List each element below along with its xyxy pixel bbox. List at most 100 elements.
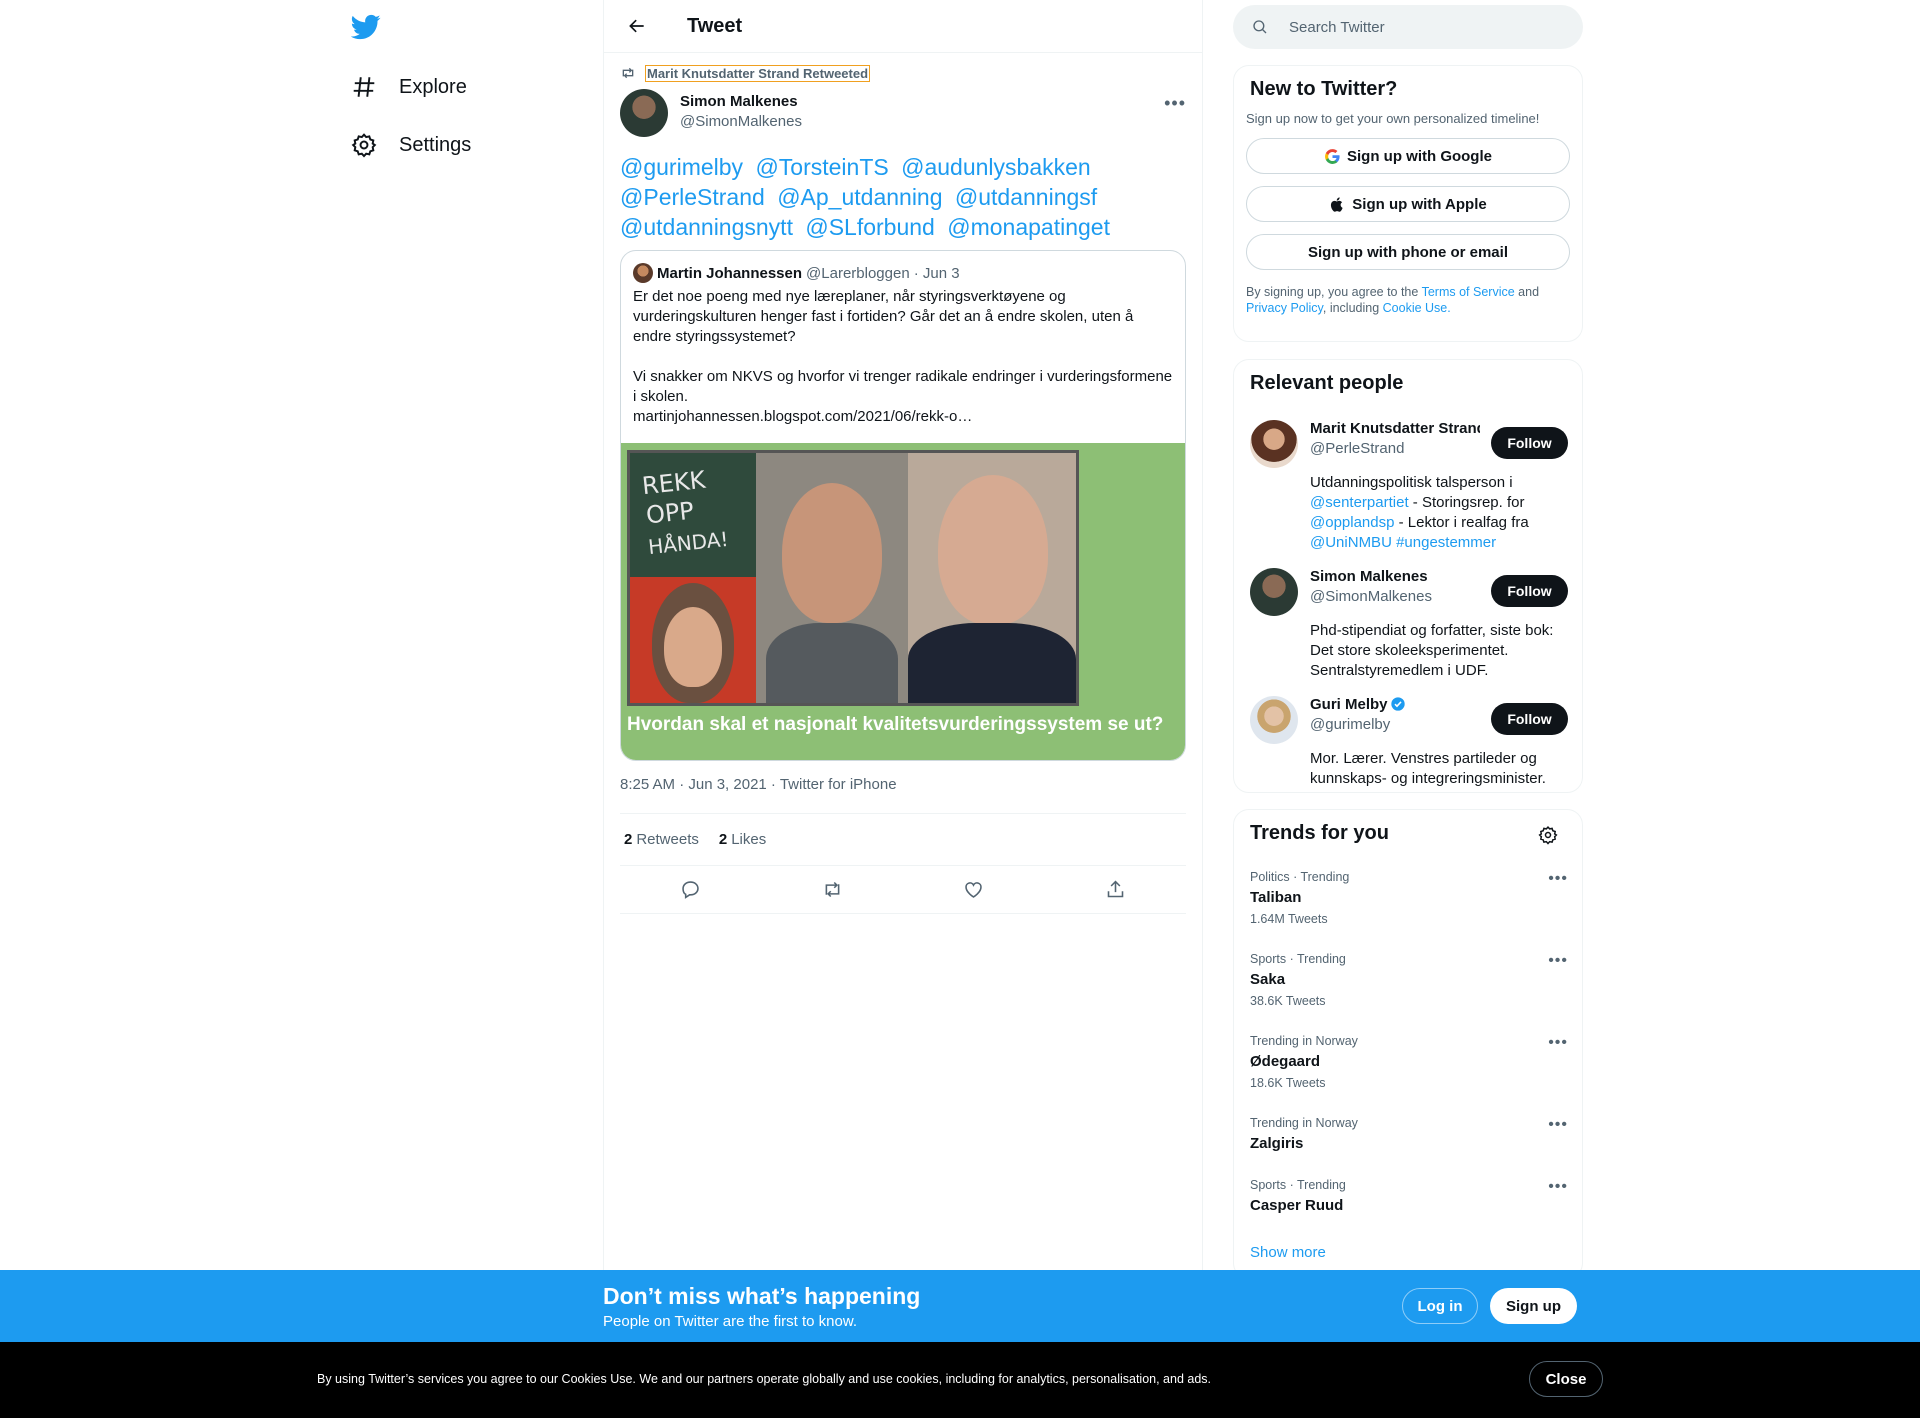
trend-item[interactable]: Trending in Norway Zalgiris ••• — [1250, 1116, 1568, 1152]
trend-more-icon[interactable]: ••• — [1548, 870, 1568, 888]
chalkboard-text-3: HÅNDA! — [646, 526, 730, 560]
twitter-logo-icon[interactable] — [350, 12, 385, 42]
nav-settings-label: Settings — [399, 133, 472, 156]
mention-link[interactable]: @utdanningsf — [955, 184, 1097, 210]
mention-link[interactable]: @PerleStrand — [620, 184, 765, 210]
trend-meta: Sports · Trending — [1250, 952, 1346, 966]
trend-meta: Sports · Trending — [1250, 1178, 1346, 1192]
trend-more-icon[interactable]: ••• — [1548, 1116, 1568, 1134]
author-handle[interactable]: @SimonMalkenes — [680, 113, 802, 130]
arrow-left-icon — [629, 19, 644, 33]
photo-panel-right — [908, 453, 1076, 703]
terms-text: , including — [1322, 301, 1383, 315]
tweet-source[interactable]: Twitter for iPhone — [780, 776, 897, 793]
privacy-policy-link[interactable]: Privacy Policy — [1246, 301, 1323, 315]
image-caption: Hvordan skal et nasjonalt kvalitetsvurde… — [627, 714, 1164, 735]
likes-stat[interactable]: 2 Likes — [719, 831, 766, 848]
author-avatar[interactable] — [620, 89, 668, 137]
person-name[interactable]: Marit Knutsdatter Strand — [1310, 420, 1480, 437]
quote-header: Martin Johannessen @Larerbloggen · Jun 3 — [621, 251, 1185, 283]
new-to-twitter-title: New to Twitter? — [1250, 78, 1398, 100]
hashtag-icon — [353, 77, 375, 97]
trend-item[interactable]: Politics · Trending Taliban 1.64M Tweets… — [1250, 870, 1568, 926]
like-button[interactable] — [956, 872, 992, 908]
bio-link[interactable]: @opplandsp — [1310, 514, 1394, 531]
trend-item[interactable]: Sports · Trending Casper Ruud ••• — [1250, 1178, 1568, 1214]
page-title: Tweet — [687, 14, 743, 37]
trend-meta: Trending in Norway — [1250, 1116, 1358, 1130]
search-input[interactable] — [1289, 18, 1539, 36]
trends-title: Trends for you — [1250, 822, 1389, 844]
person-handle[interactable]: @PerleStrand — [1310, 440, 1480, 457]
mention-link[interactable]: @audunlysbakken — [901, 154, 1091, 180]
terms-text: and — [1514, 285, 1540, 299]
mention-link[interactable]: @monapatinget — [947, 214, 1110, 240]
tweet-time[interactable]: 8:25 AM · Jun 3, 2021 · — [620, 776, 780, 793]
mention-link[interactable]: @SLforbund — [805, 214, 935, 240]
relevant-people-card: Relevant people Marit Knutsdatter Strand… — [1233, 359, 1583, 793]
person-bio: Utdanningspolitisk talsperson i @senterp… — [1310, 473, 1568, 553]
signup-google-button[interactable]: Sign up with Google — [1246, 138, 1570, 174]
bio-link[interactable]: @UniNMBU — [1310, 534, 1392, 551]
trend-meta: Trending in Norway — [1250, 1034, 1358, 1048]
person-handle[interactable]: @gurimelby — [1310, 716, 1480, 733]
person-name[interactable]: Simon Malkenes — [1310, 568, 1480, 585]
terms-of-service-link[interactable]: Terms of Service — [1422, 285, 1515, 299]
quoted-tweet[interactable]: Martin Johannessen @Larerbloggen · Jun 3… — [620, 250, 1186, 761]
reply-icon — [682, 881, 699, 899]
bio-text: - Lektor i realfag fra — [1394, 514, 1529, 531]
person-avatar[interactable] — [1250, 696, 1298, 744]
person-avatar[interactable] — [1250, 420, 1298, 468]
trend-item[interactable]: Sports · Trending Saka 38.6K Tweets ••• — [1250, 952, 1568, 1008]
person-avatar[interactable] — [1250, 568, 1298, 616]
more-options-icon[interactable]: ••• — [1164, 93, 1186, 114]
signup-phone-button[interactable]: Sign up with phone or email — [1246, 234, 1570, 270]
follow-button[interactable]: Follow — [1491, 703, 1568, 735]
share-icon — [1107, 880, 1124, 898]
back-button[interactable] — [620, 9, 654, 43]
trend-more-icon[interactable]: ••• — [1548, 952, 1568, 970]
person-bio: Phd-stipendiat og forfatter, siste bok: … — [1310, 622, 1554, 679]
person-handle[interactable]: @SimonMalkenes — [1310, 588, 1480, 605]
likes-label: Likes — [731, 831, 767, 848]
signup-apple-button[interactable]: Sign up with Apple — [1246, 186, 1570, 222]
share-button[interactable] — [1097, 872, 1133, 908]
cookie-use-link[interactable]: Cookie Use. — [1383, 301, 1451, 315]
retweeted-by-link[interactable]: Marit Knutsdatter Strand Retweeted — [644, 64, 871, 82]
mention-link[interactable]: @TorsteinTS — [755, 154, 888, 180]
reply-button[interactable] — [673, 872, 709, 908]
mention-link[interactable]: @gurimelby — [620, 154, 743, 180]
quote-author-name: Martin Johannessen — [657, 264, 803, 282]
cookie-bar: By using Twitter’s services you agree to… — [0, 1342, 1920, 1418]
mention-link[interactable]: @Ap_utdanning — [777, 184, 942, 210]
login-button[interactable]: Log in — [1402, 1288, 1478, 1324]
heart-icon — [965, 882, 982, 898]
author-name[interactable]: Simon Malkenes — [680, 93, 802, 110]
bio-link[interactable]: @senterpartiet — [1310, 494, 1409, 511]
retweets-stat[interactable]: 2 Retweets — [624, 831, 699, 848]
retweet-context: Marit Knutsdatter Strand Retweeted — [620, 62, 871, 84]
bio-hashtag-link[interactable]: #ungestemmer — [1396, 534, 1496, 551]
follow-button[interactable]: Follow — [1491, 427, 1568, 459]
retweet-button[interactable] — [814, 872, 850, 908]
cookie-text: By using Twitter’s services you agree to… — [317, 1372, 1212, 1386]
tweet-timestamp: 8:25 AM · Jun 3, 2021 · Twitter for iPho… — [620, 776, 897, 793]
trend-item[interactable]: Trending in Norway Ødegaard 18.6K Tweets… — [1250, 1034, 1568, 1090]
trends-settings-icon[interactable] — [1538, 825, 1558, 845]
search-box[interactable] — [1233, 5, 1583, 49]
retweets-label: Retweets — [636, 831, 699, 848]
retweets-count: 2 — [624, 831, 633, 848]
trend-more-icon[interactable]: ••• — [1548, 1034, 1568, 1052]
nav-explore[interactable]: Explore — [351, 62, 467, 112]
show-more-link[interactable]: Show more — [1250, 1244, 1326, 1261]
follow-button[interactable]: Follow — [1491, 575, 1568, 607]
nav-settings[interactable]: Settings — [351, 120, 471, 170]
trend-more-icon[interactable]: ••• — [1548, 1178, 1568, 1196]
signup-button[interactable]: Sign up — [1490, 1288, 1577, 1324]
google-icon — [1325, 148, 1340, 164]
mention-link[interactable]: @utdanningsnytt — [620, 214, 793, 240]
retweet-icon — [825, 881, 840, 898]
close-button[interactable]: Close — [1529, 1361, 1603, 1397]
person-name[interactable]: Guri Melby — [1310, 696, 1480, 713]
banner-subtitle: People on Twitter are the first to know. — [603, 1313, 858, 1330]
